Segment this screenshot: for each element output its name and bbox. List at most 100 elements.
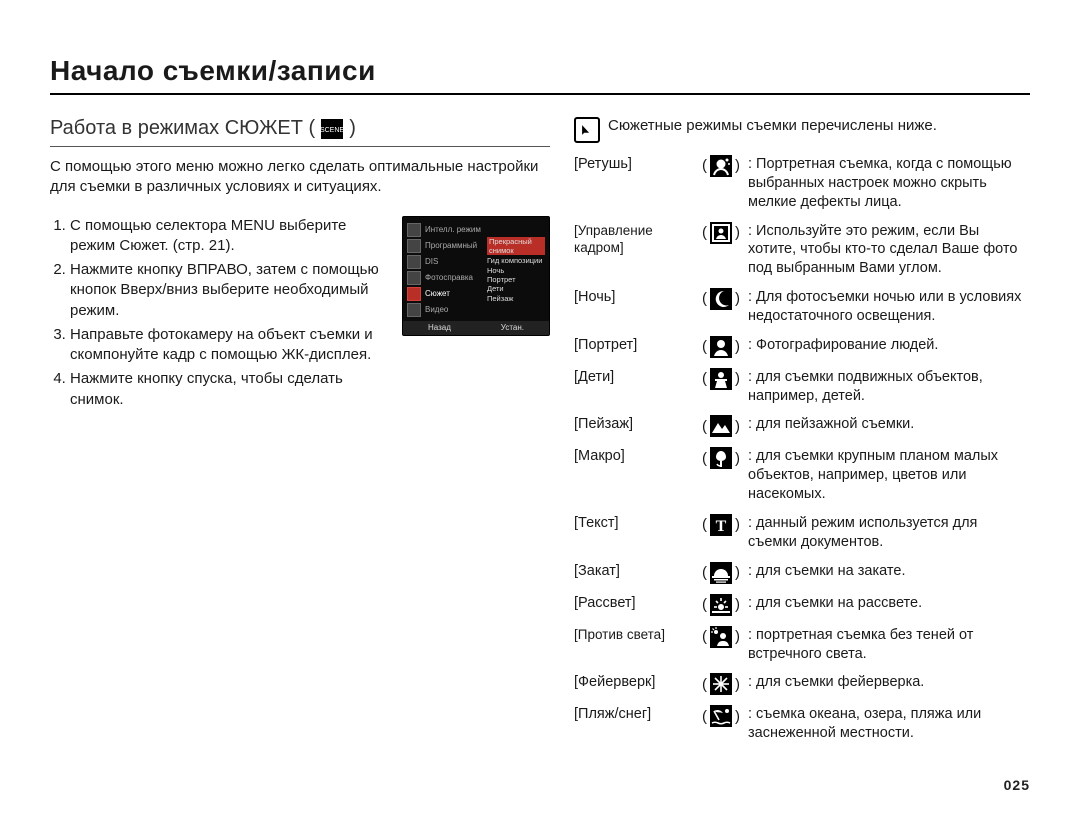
scene-mode-icon-cell: (): [702, 222, 748, 244]
paren-close: ): [735, 156, 740, 176]
scene-mode-label: [Ночь]: [574, 288, 702, 307]
scene-mode-icon-cell: (): [702, 594, 748, 616]
paren-open: (: [702, 337, 707, 357]
two-column-layout: Работа в режимах СЮЖЕТ ( SCENE ) С помощ…: [50, 117, 1030, 753]
section-heading-row: Работа в режимах СЮЖЕТ ( SCENE ): [50, 117, 550, 147]
section-heading-post: ): [349, 117, 356, 140]
scene-mode-icon-cell: (): [702, 336, 748, 358]
scene-mode-icon-cell: ( T): [702, 514, 748, 536]
page-title: Начало съемки/записи: [50, 55, 1030, 95]
lcd-item-glyph-icon: [407, 287, 421, 301]
lcd-item-glyph-icon: [407, 303, 421, 317]
paren-open: (: [702, 595, 707, 615]
lcd-submenu-item: Портрет: [487, 275, 545, 284]
lcd-set-label: Устан.: [501, 323, 524, 332]
scene-mode-label: [Ретушь]: [574, 155, 702, 174]
scene-mode-icon-cell: (): [702, 447, 748, 469]
scene-mode-row: [Управление кадром]() : Используйте это …: [574, 222, 1030, 279]
scene-mode-label: [Пейзаж]: [574, 415, 702, 434]
paren-open: (: [702, 223, 707, 243]
step-item: Нажмите кнопку спуска, чтобы сделать сни…: [70, 369, 390, 410]
scene-mode-row: [Макро]() : для съемки крупным планом ма…: [574, 447, 1030, 504]
backlight-icon: [710, 626, 732, 648]
scene-mode-description: : съемка океана, озера, пляжа или заснеж…: [748, 705, 1030, 743]
note-icon: [574, 117, 600, 143]
paren-close: ): [735, 627, 740, 647]
scene-mode-label: [Закат]: [574, 562, 702, 581]
lcd-item-glyph-icon: [407, 223, 421, 237]
scene-mode-description: : для съемки подвижных объектов, наприме…: [748, 368, 1030, 406]
step-item: Нажмите кнопку ВПРАВО, затем с помощью к…: [70, 260, 390, 321]
lcd-item-label: Сюжет: [425, 289, 450, 298]
paren-close: ): [735, 337, 740, 357]
macro-icon: [710, 447, 732, 469]
landscape-icon: [710, 415, 732, 437]
paren-close: ): [735, 515, 740, 535]
left-column: Работа в режимах СЮЖЕТ ( SCENE ) С помощ…: [50, 117, 550, 753]
scene-mode-icon-cell: (): [702, 155, 748, 177]
scene-mode-row: [Рассвет]() : для съемки на рассвете.: [574, 594, 1030, 616]
lcd-submenu: Прекрасный снимок Гид композиции Ночь По…: [487, 237, 545, 304]
scene-mode-table: [Ретушь]() : Портретная съемка, когда с …: [574, 155, 1030, 743]
scene-mode-icon-cell: (): [702, 415, 748, 437]
paren-close: ): [735, 449, 740, 469]
dawn-icon: [710, 594, 732, 616]
paren-close: ): [735, 675, 740, 695]
svg-text:SCENE: SCENE: [321, 127, 343, 134]
scene-mode-icon-cell: (): [702, 673, 748, 695]
scene-mode-icon-cell: (): [702, 626, 748, 648]
step-item: Направьте фотокамеру на объект съемки и …: [70, 325, 390, 366]
note-row: Сюжетные режимы съемки перечислены ниже.: [574, 117, 1030, 143]
intro-text: С помощью этого меню можно легко сделать…: [50, 157, 550, 198]
scene-mode-label: [Текст]: [574, 514, 702, 533]
scene-mode-row: [Ночь]() : Для фотосъемки ночью или в ус…: [574, 288, 1030, 326]
scene-mode-description: : для пейзажной съемки.: [748, 415, 1030, 434]
svg-text:T: T: [716, 518, 727, 535]
scene-mode-description: : для съемки крупным планом малых объект…: [748, 447, 1030, 504]
lcd-submenu-item: Ночь: [487, 266, 545, 275]
paren-open: (: [702, 675, 707, 695]
scene-mode-label: [Управление кадром]: [574, 222, 702, 257]
scene-mode-description: : данный режим используется для съемки д…: [748, 514, 1030, 552]
scene-mode-icon-cell: (): [702, 705, 748, 727]
scene-mode-row: [Закат]() : для съемки на закате.: [574, 562, 1030, 584]
paren-open: (: [702, 369, 707, 389]
scene-mode-row: [Пляж/снег]() : съемка океана, озера, пл…: [574, 705, 1030, 743]
firework-icon: [710, 673, 732, 695]
scene-mode-icon-cell: (): [702, 562, 748, 584]
lcd-item-label: Фотосправка: [425, 273, 473, 282]
scene-mode-row: [Фейерверк]() : для съемки фейерверка.: [574, 673, 1030, 695]
lcd-bottom-bar: Назад Устан.: [403, 321, 549, 335]
scene-mode-row: [Текст]( T) : данный режим используется д…: [574, 514, 1030, 552]
sunset-icon: [710, 562, 732, 584]
paren-close: ): [735, 417, 740, 437]
scene-mode-row: [Ретушь]() : Портретная съемка, когда с …: [574, 155, 1030, 212]
scene-mode-label: [Макро]: [574, 447, 702, 466]
manual-page: Начало съемки/записи Работа в режимах СЮ…: [0, 0, 1080, 815]
camera-lcd-preview: Интелл. режим Программный DIS Фотосправк…: [402, 216, 550, 336]
paren-close: ): [735, 289, 740, 309]
lcd-menu-item: Видео: [407, 303, 545, 317]
scene-mode-label: [Фейерверк]: [574, 673, 702, 692]
lcd-menu-item: Интелл. режим: [407, 223, 545, 237]
paren-close: ): [735, 563, 740, 583]
retouch-icon: [710, 155, 732, 177]
note-text: Сюжетные режимы съемки перечислены ниже.: [608, 117, 937, 134]
lcd-submenu-item: Дети: [487, 284, 545, 293]
scene-mode-label: [Против света]: [574, 626, 702, 644]
scene-mode-row: [Портрет]() : Фотографирование людей.: [574, 336, 1030, 358]
lcd-item-label: Видео: [425, 305, 448, 314]
step-list: С помощью селектора MENU выберите режим …: [50, 216, 390, 414]
paren-open: (: [702, 156, 707, 176]
night-icon: [710, 288, 732, 310]
right-column: Сюжетные режимы съемки перечислены ниже.…: [574, 117, 1030, 753]
scene-mode-description: : для съемки на рассвете.: [748, 594, 1030, 613]
children-icon: [710, 368, 732, 390]
paren-close: ): [735, 595, 740, 615]
paren-open: (: [702, 417, 707, 437]
step-item: С помощью селектора MENU выберите режим …: [70, 216, 390, 257]
paren-open: (: [702, 515, 707, 535]
paren-close: ): [735, 369, 740, 389]
scene-mode-description: : для съемки фейерверка.: [748, 673, 1030, 692]
paren-open: (: [702, 289, 707, 309]
